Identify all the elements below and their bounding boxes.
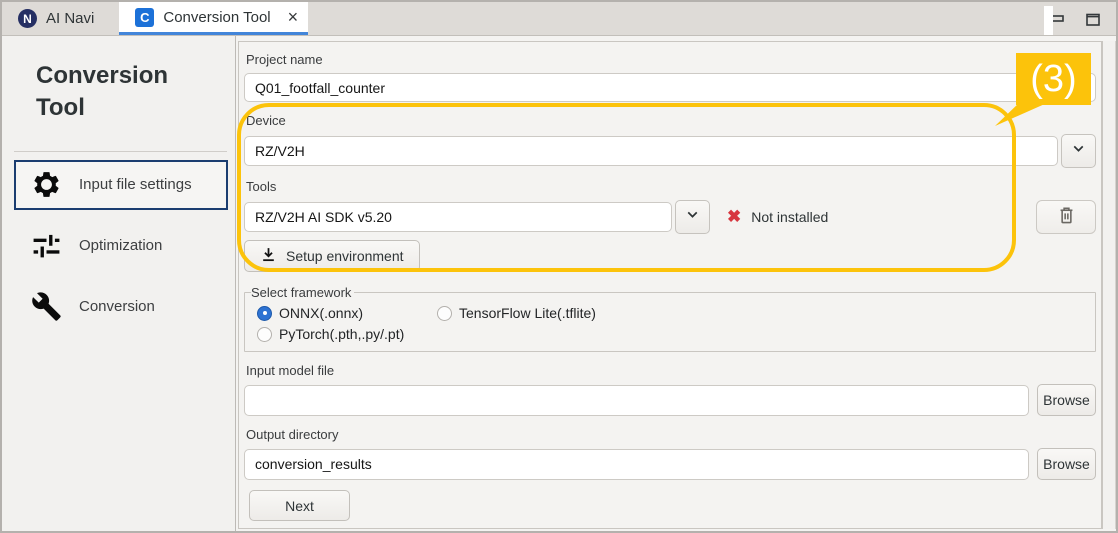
main-panel: Project name Device Tools xyxy=(238,41,1102,529)
output-directory-input[interactable] xyxy=(244,449,1029,480)
sidebar: Conversion Tool Input file settings xyxy=(2,36,236,531)
setup-environment-label: Setup environment xyxy=(286,248,404,264)
delete-tool-button[interactable] xyxy=(1036,200,1096,234)
device-dropdown-button[interactable] xyxy=(1061,134,1096,168)
tab-conversion-tool-label: Conversion Tool xyxy=(163,9,270,26)
radio-unselected-icon xyxy=(257,327,272,342)
sidebar-title: Conversion Tool xyxy=(36,60,196,125)
radio-tensorflow-lite-label: TensorFlow Lite(.tflite) xyxy=(459,305,596,321)
radio-onnx-label: ONNX(.onnx) xyxy=(279,305,363,321)
tab-bar: N AI Navi C Conversion Tool × xyxy=(2,2,1116,36)
radio-unselected-icon xyxy=(437,306,452,321)
window-controls xyxy=(1051,2,1100,36)
scrollbar[interactable] xyxy=(1102,41,1116,529)
radio-selected-icon xyxy=(257,306,272,321)
input-model-file-row: Browse xyxy=(244,384,1096,416)
conversion-tool-app-icon: C xyxy=(135,8,154,27)
radio-pytorch-label: PyTorch(.pth,.py/.pt) xyxy=(279,326,404,342)
next-button[interactable]: Next xyxy=(249,490,350,521)
tab-ai-navi[interactable]: N AI Navi xyxy=(2,2,110,35)
sidebar-item-label: Optimization xyxy=(79,237,162,254)
app-window: N AI Navi C Conversion Tool × Conversion… xyxy=(0,0,1118,533)
project-name-label: Project name xyxy=(246,52,1094,67)
input-model-file-input[interactable] xyxy=(244,385,1029,416)
device-row xyxy=(244,134,1096,168)
project-name-input[interactable] xyxy=(244,73,1096,102)
sidebar-item-conversion[interactable]: Conversion xyxy=(14,282,228,332)
sidebar-item-label: Input file settings xyxy=(79,176,192,193)
ai-navi-app-icon: N xyxy=(18,9,37,28)
radio-onnx[interactable]: ONNX(.onnx) xyxy=(257,305,437,321)
chevron-down-icon xyxy=(1070,140,1087,162)
tools-row: ✖ Not installed xyxy=(244,200,1096,234)
select-framework-group: Select framework ONNX(.onnx) TensorFlow … xyxy=(244,285,1096,352)
minimize-icon[interactable] xyxy=(1051,15,1064,23)
error-x-icon: ✖ xyxy=(727,207,741,227)
tools-status-text: Not installed xyxy=(751,209,828,225)
sidebar-nav: Input file settings Optimization xyxy=(2,160,229,332)
device-label: Device xyxy=(246,113,1094,128)
gear-icon xyxy=(31,169,62,200)
output-directory-row: Browse xyxy=(244,448,1096,480)
trash-icon xyxy=(1057,205,1076,230)
tools-label: Tools xyxy=(246,179,1094,194)
wrench-icon xyxy=(31,291,62,322)
download-icon xyxy=(260,246,277,266)
sliders-icon xyxy=(31,230,62,261)
sidebar-item-input-file-settings[interactable]: Input file settings xyxy=(14,160,228,210)
input-model-file-label: Input model file xyxy=(246,363,1094,378)
tools-select[interactable] xyxy=(244,202,672,232)
radio-tensorflow-lite[interactable]: TensorFlow Lite(.tflite) xyxy=(437,305,1085,321)
radio-pytorch[interactable]: PyTorch(.pth,.py/.pt) xyxy=(257,326,1085,342)
tools-dropdown-button[interactable] xyxy=(675,200,710,234)
output-directory-label: Output directory xyxy=(246,427,1094,442)
setup-environment-button[interactable]: Setup environment xyxy=(244,240,420,272)
maximize-icon[interactable] xyxy=(1086,13,1100,26)
tab-conversion-tool[interactable]: C Conversion Tool × xyxy=(119,2,308,35)
select-framework-legend: Select framework xyxy=(251,285,354,300)
browse-output-directory-button[interactable]: Browse xyxy=(1037,448,1096,480)
chevron-down-icon xyxy=(684,206,701,228)
close-tab-icon[interactable]: × xyxy=(288,8,299,26)
device-select[interactable] xyxy=(244,136,1058,166)
tab-ai-navi-label: AI Navi xyxy=(46,10,94,27)
browse-input-model-button[interactable]: Browse xyxy=(1037,384,1096,416)
sidebar-item-optimization[interactable]: Optimization xyxy=(14,221,228,271)
sidebar-item-label: Conversion xyxy=(79,298,155,315)
sidebar-divider xyxy=(14,151,227,152)
